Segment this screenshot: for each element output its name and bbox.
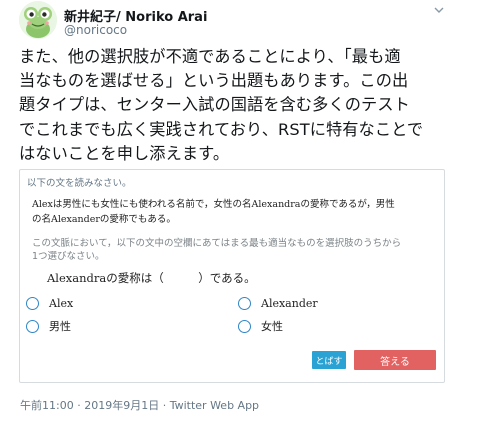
- tweet-text-line: 題タイプは、センター入試の国語を含む多くのテスト: [19, 95, 410, 115]
- quiz-question: Alexandraの愛称は（ ）である。: [47, 271, 256, 285]
- tweet-text-line: はないことを申し添えます。: [19, 143, 230, 163]
- separator: ·: [77, 399, 81, 412]
- tweet-text: また、他の選択肢が不適であることにより、「最も適 当なものを選ばせる」という出題…: [19, 45, 471, 166]
- radio-button[interactable]: [26, 296, 39, 310]
- chevron-down-icon[interactable]: [432, 3, 446, 17]
- tweet-text-line: 当なものを選ばせる」という出題もあります。この出: [19, 71, 409, 91]
- radio-button[interactable]: [238, 296, 251, 310]
- quiz-instruction: 以下の文を読みなさい。: [27, 178, 132, 189]
- answer-button[interactable]: 答える: [354, 350, 436, 370]
- tweet: 新井紀子/ Noriko Arai @noricoco また、他の選択肢が不適で…: [0, 0, 479, 425]
- option-alexander[interactable]: Alexander: [238, 294, 318, 312]
- quiz-directive: この文脈において，以下の文中の空欄にあてはまる最も適当なものを選択肢のうちから …: [32, 238, 402, 262]
- author-handle[interactable]: @noricoco: [64, 23, 127, 37]
- skip-button[interactable]: とばす: [312, 351, 346, 369]
- quiz-passage: Alexは男性にも女性にも使われる名前で，女性の名Alexandraの愛称である…: [32, 199, 395, 225]
- quiz-card-image[interactable]: 以下の文を読みなさい。 Alexは男性にも女性にも使われる名前で，女性の名Ale…: [19, 169, 445, 383]
- separator: ·: [162, 399, 167, 412]
- option-male[interactable]: 男性: [26, 317, 71, 335]
- option-label: Alexander: [261, 296, 318, 310]
- tweet-text-line: また、他の選択肢が不適であることにより、「最も適: [19, 47, 401, 66]
- radio-button[interactable]: [238, 319, 251, 333]
- option-label: 女性: [261, 320, 283, 333]
- radio-button[interactable]: [26, 319, 39, 333]
- option-alex[interactable]: Alex: [26, 294, 73, 312]
- via-link[interactable]: Twitter Web App: [170, 399, 259, 412]
- option-female[interactable]: 女性: [238, 317, 283, 335]
- author-avatar[interactable]: [19, 1, 57, 39]
- option-label: Alex: [49, 296, 74, 310]
- tweet-text-line: でこれまでも広く実践されており、RSTに特有なことで: [19, 119, 424, 139]
- tweet-time[interactable]: 午前11:00: [20, 399, 74, 412]
- tweet-date[interactable]: 2019年9月1日: [84, 399, 159, 412]
- frog-avatar-icon: [19, 1, 57, 39]
- tweet-timestamp: 午前11:00 · 2019年9月1日 · Twitter Web App: [20, 397, 259, 413]
- option-label: 男性: [49, 320, 71, 333]
